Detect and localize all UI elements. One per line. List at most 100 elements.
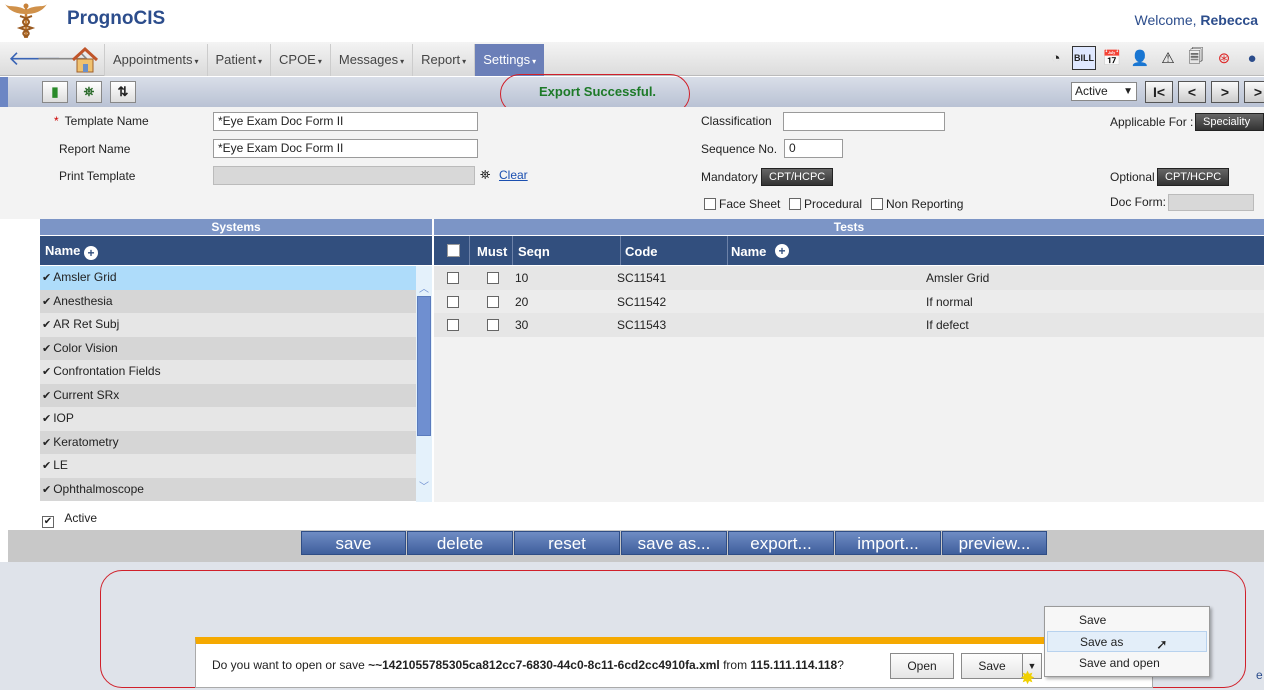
user-icon[interactable]: 👤 <box>1128 46 1152 70</box>
mandatory-cpt-button[interactable]: CPT/HCPC <box>761 168 834 186</box>
delete-button[interactable]: delete <box>407 531 513 555</box>
sort-up-down-icon[interactable]: ⇅ <box>110 81 136 103</box>
must-checkbox[interactable] <box>487 295 499 308</box>
new-document-icon[interactable]: ▮ <box>42 81 68 103</box>
save-button[interactable]: save <box>301 531 406 555</box>
systems-heading: Systems <box>40 219 432 235</box>
import-button[interactable]: import... <box>835 531 941 555</box>
checkmark-icon: ✔ <box>42 516 54 528</box>
menu-appointments[interactable]: Appointments ▾ <box>104 44 207 76</box>
scroll-up-icon[interactable]: ︿ <box>419 280 429 295</box>
previous-record-button[interactable]: < <box>1178 81 1206 103</box>
alert-mail-icon[interactable]: ⚠ <box>1156 46 1180 70</box>
check-icon: ✔ <box>42 342 52 355</box>
main-navigation: 🡐 🡒 Appointments ▾ Patient ▾ CPOE ▾ Message… <box>0 42 1264 76</box>
system-item[interactable]: ✔ AR Ret Subj <box>40 313 416 337</box>
preview-button[interactable]: preview... <box>942 531 1047 555</box>
status-select[interactable]: Active ▼ <box>1071 82 1137 101</box>
must-checkbox[interactable] <box>487 272 499 284</box>
home-icon[interactable] <box>70 46 100 74</box>
print-template-input[interactable] <box>213 166 475 185</box>
classification-input[interactable] <box>783 112 945 131</box>
code-cell: SC11542 <box>617 294 667 309</box>
select-all-checkbox[interactable] <box>447 244 460 257</box>
doc-form-input[interactable] <box>1168 194 1254 211</box>
system-item[interactable]: ✔ Confrontation Fields <box>40 360 416 384</box>
system-item[interactable]: ✔ LE <box>40 454 416 478</box>
menu-save-and-open[interactable]: Save and open <box>1047 653 1207 674</box>
system-item[interactable]: ✔ Current SRx <box>40 383 416 407</box>
tests-column-headers: Must Seqn Code Name + <box>434 236 1264 265</box>
sequence-label: Sequence No. <box>701 142 778 156</box>
first-record-button[interactable]: I< <box>1145 81 1173 103</box>
action-bar: save delete reset save as... export... i… <box>8 530 1264 562</box>
face-sheet-checkbox[interactable]: Face Sheet <box>704 197 780 211</box>
menu-settings[interactable]: Settings ▾ <box>474 44 545 76</box>
report-name-input[interactable]: *Eye Exam Doc Form II <box>213 139 478 158</box>
menu-messages[interactable]: Messages ▾ <box>329 44 413 76</box>
last-record-button[interactable]: > <box>1244 81 1264 103</box>
add-test-icon[interactable]: + <box>775 244 789 258</box>
documents-icon[interactable]: 🗐 <box>1184 46 1208 70</box>
table-row[interactable]: 30 SC11543 If defect <box>434 313 1264 337</box>
lifebuoy-help-icon[interactable]: ⊛ <box>1212 46 1236 70</box>
menu-cpoe[interactable]: CPOE ▾ <box>270 44 330 76</box>
add-system-icon[interactable]: + <box>84 246 99 260</box>
export-button[interactable]: export... <box>728 531 834 555</box>
sequence-input[interactable]: 0 <box>784 139 843 158</box>
save-download-button[interactable]: Save <box>961 653 1023 679</box>
save-as-button[interactable]: save as... <box>621 531 727 555</box>
scroll-down-icon[interactable]: ﹀ <box>419 478 429 493</box>
menu-save[interactable]: Save <box>1047 610 1207 631</box>
menu-patient[interactable]: Patient ▾ <box>206 44 271 76</box>
systems-name-header: Name <box>45 243 81 258</box>
check-icon: ✔ <box>42 366 52 378</box>
must-checkbox[interactable] <box>487 319 499 331</box>
reset-button[interactable]: reset <box>514 531 620 555</box>
quick-tools: ◔ BILL 📅 👤 ⚠ 🗐 ⊛ ● <box>1044 46 1264 70</box>
system-item[interactable]: ✔ Color Vision <box>40 336 416 360</box>
active-checkbox[interactable]: ✔ Active <box>42 511 97 528</box>
menu-save-as[interactable]: Save as <box>1047 631 1207 652</box>
row-select-checkbox[interactable] <box>447 272 459 284</box>
optional-cpt-button[interactable]: CPT/HCPC <box>1157 168 1230 186</box>
dashboard-gauge-icon[interactable]: ◔ <box>1044 46 1068 70</box>
row-select-checkbox[interactable] <box>447 295 459 308</box>
non-reporting-checkbox[interactable]: Non Reporting <box>871 197 963 211</box>
download-filename: ~~1421055785305ca812cc7-6830-44c0-8c11-6… <box>368 658 720 672</box>
scroll-thumb[interactable] <box>417 296 431 436</box>
mandatory-label: Mandatory <box>701 170 758 184</box>
app-title: PrognoCIS <box>67 8 166 29</box>
procedural-checkbox[interactable]: Procedural <box>789 197 862 211</box>
tests-heading: Tests <box>434 219 1264 235</box>
row-select-checkbox[interactable] <box>447 319 459 331</box>
table-row[interactable]: 10 SC11541 Amsler Grid <box>434 266 1264 290</box>
system-item[interactable]: ✔ Anesthesia <box>40 289 416 313</box>
system-item[interactable]: ✔ Keratometry <box>40 430 416 454</box>
next-record-button[interactable]: > <box>1211 81 1239 103</box>
clear-link[interactable]: Clear <box>499 168 528 182</box>
system-item[interactable]: ✔ IOP <box>40 407 416 431</box>
open-button[interactable]: Open <box>890 653 954 679</box>
globe-icon[interactable]: ● <box>1240 46 1264 70</box>
binoculars-search-icon[interactable]: ⛯ <box>76 81 102 103</box>
active-label: Active <box>64 511 98 525</box>
table-row[interactable]: 20 SC11542 If normal <box>434 289 1264 313</box>
click-highlight-icon: ✸ <box>1020 668 1036 688</box>
tests-list: 10 SC11541 Amsler Grid 20 SC11542 If nor… <box>434 266 1264 337</box>
bill-icon[interactable]: BILL <box>1072 46 1096 70</box>
system-item[interactable]: ✔ Amsler Grid <box>40 266 416 290</box>
app-header: PrognoCIS Welcome, Rebecca <box>0 0 1264 42</box>
systems-scrollbar[interactable]: ︿ ﹀ <box>416 266 432 502</box>
binoculars-icon[interactable]: ⛯ <box>480 167 490 183</box>
code-cell: SC11541 <box>617 271 667 285</box>
menu-report[interactable]: Report ▾ <box>412 44 475 76</box>
applicable-for-label: Applicable For : <box>1110 115 1194 129</box>
check-icon: ✔ <box>42 413 52 425</box>
download-notification-bar: Do you want to open or save ~~1421055785… <box>195 637 1153 688</box>
speciality-button[interactable]: Speciality <box>1195 113 1264 131</box>
template-name-input[interactable]: *Eye Exam Doc Form II <box>213 112 478 131</box>
system-item[interactable]: ✔ Ophthalmoscope <box>40 477 416 501</box>
calendar-clock-icon[interactable]: 📅 <box>1100 46 1124 70</box>
user-name: Rebecca <box>1200 12 1258 28</box>
